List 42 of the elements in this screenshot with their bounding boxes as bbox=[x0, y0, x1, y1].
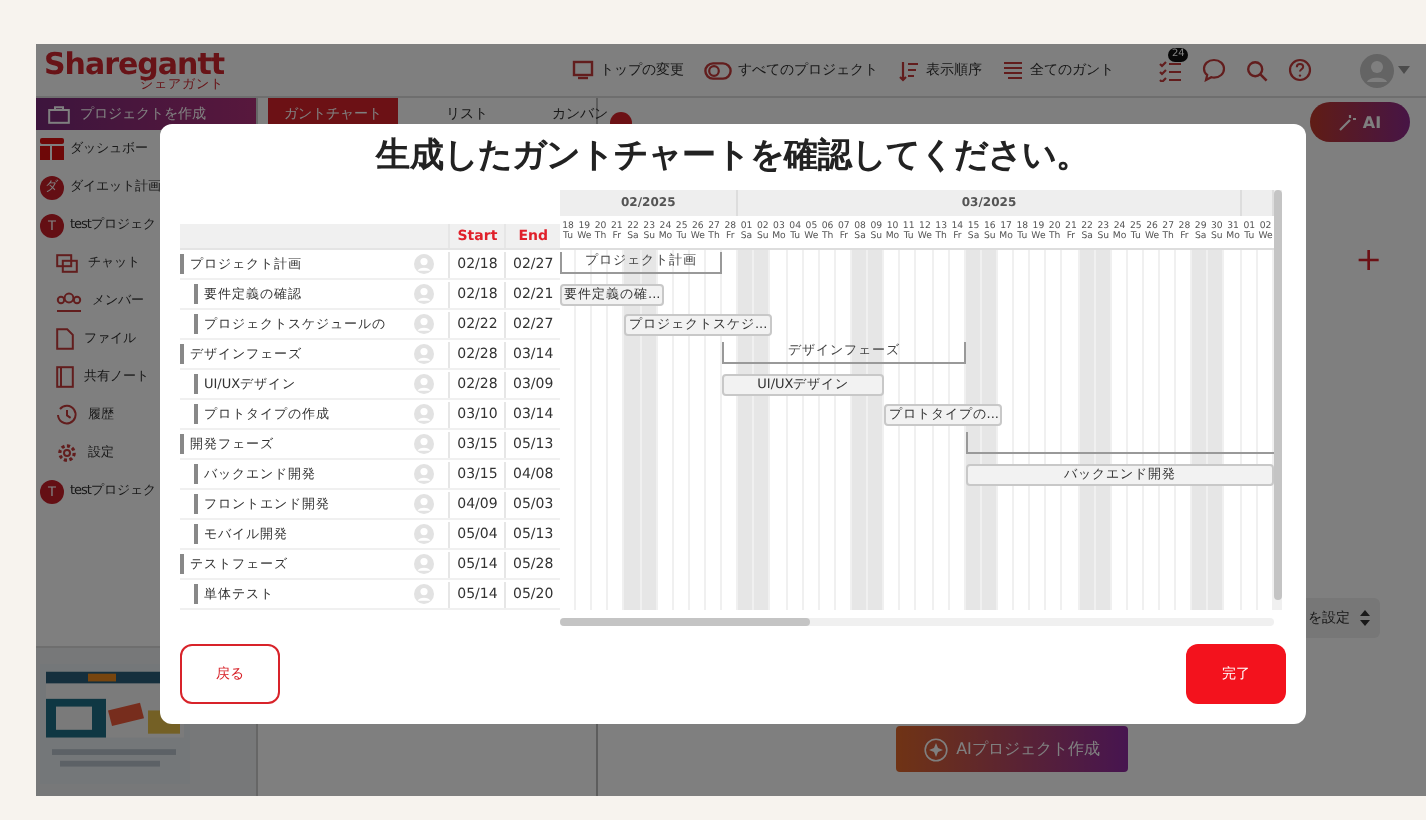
avatar-icon bbox=[413, 464, 434, 484]
ai-create-project-button[interactable]: AIプロジェクト作成 bbox=[896, 726, 1128, 772]
search-icon[interactable] bbox=[1246, 59, 1268, 81]
avatar-icon bbox=[413, 584, 434, 604]
caret-icon bbox=[1398, 66, 1410, 74]
dashboard-icon bbox=[40, 138, 64, 160]
vertical-scrollbar[interactable] bbox=[1274, 190, 1282, 610]
modal-title: 生成したガントチャートを確認してください。 bbox=[373, 134, 1092, 180]
avatar-icon bbox=[413, 284, 434, 304]
list-icon bbox=[1002, 60, 1024, 80]
help-icon[interactable] bbox=[1288, 58, 1312, 82]
sort-icon bbox=[898, 59, 920, 81]
notebook-icon bbox=[56, 366, 74, 388]
history-icon bbox=[56, 404, 78, 426]
avatar-icon bbox=[413, 494, 434, 514]
people-icon bbox=[56, 291, 82, 311]
horizontal-scrollbar[interactable] bbox=[560, 618, 1274, 626]
toggle-icon bbox=[704, 61, 732, 79]
avatar-icon bbox=[413, 434, 434, 454]
wand-icon bbox=[1338, 113, 1357, 131]
chat-icon[interactable] bbox=[1202, 58, 1226, 82]
avatar-icon bbox=[1360, 53, 1394, 87]
updown-icon bbox=[1360, 610, 1370, 626]
avatar-icon bbox=[413, 524, 434, 544]
settings-icon bbox=[56, 442, 78, 464]
user-menu[interactable] bbox=[1360, 53, 1410, 87]
file-icon bbox=[56, 328, 74, 350]
avatar-icon bbox=[413, 554, 434, 574]
app-logo[interactable]: Sharegantt bbox=[44, 49, 225, 80]
avatar-icon bbox=[413, 374, 434, 394]
briefcase-icon bbox=[48, 105, 70, 123]
sparkle-icon bbox=[924, 737, 949, 761]
add-button[interactable]: + bbox=[1355, 246, 1382, 274]
summary-bar[interactable] bbox=[965, 432, 1274, 454]
monitor-icon bbox=[572, 60, 594, 80]
avatar-icon bbox=[413, 254, 434, 274]
avatar-icon bbox=[413, 344, 434, 364]
avatar-icon bbox=[413, 314, 434, 334]
task-list-icon[interactable] bbox=[1158, 59, 1182, 81]
chat-icon bbox=[56, 253, 78, 273]
avatar-icon bbox=[413, 404, 434, 424]
ai-button[interactable]: AI bbox=[1310, 102, 1410, 142]
